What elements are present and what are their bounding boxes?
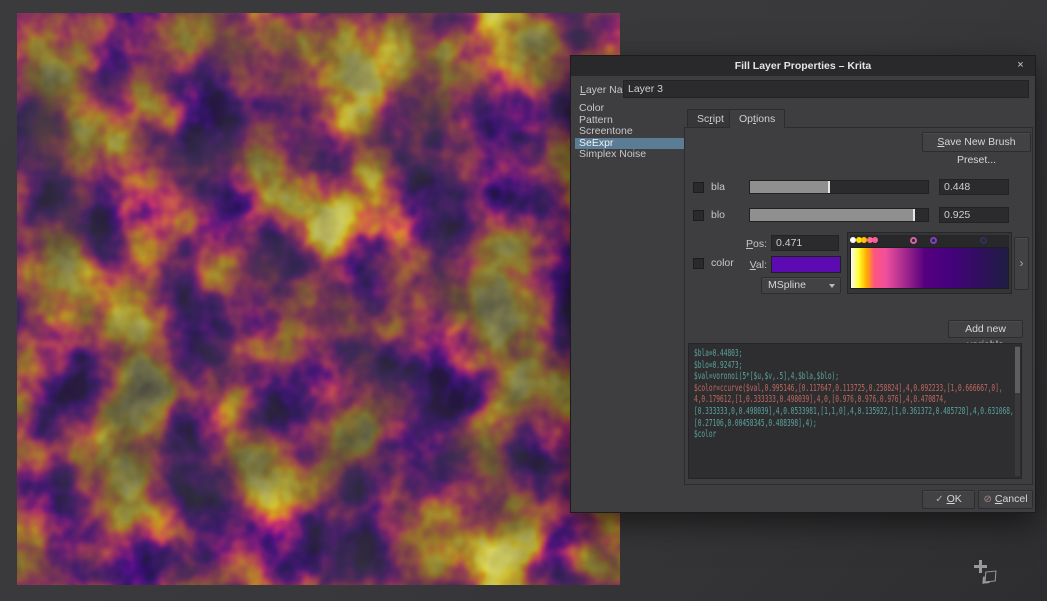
ok-button[interactable]: ✓OK: [922, 490, 975, 509]
krita-window: Fill Layer Properties – Krita × Layer Na…: [0, 0, 1047, 601]
blo-label: blo: [711, 209, 725, 221]
bla-label: bla: [711, 181, 725, 193]
script-code-line: 4,0.179612,[1,0.333333,0.498039],4,0,[0.…: [694, 394, 900, 406]
fill-layer-properties-dialog: Fill Layer Properties – Krita × Layer Na…: [570, 55, 1036, 513]
gradient-stop-handle[interactable]: [872, 237, 878, 243]
script-code[interactable]: $bla=0.44803;$blo=0.92473;$val=voronoi(5…: [688, 343, 1022, 479]
fill-type-screentone[interactable]: Screentone: [575, 126, 685, 138]
script-code-line: $color: [694, 429, 900, 441]
dialog-titlebar[interactable]: Fill Layer Properties – Krita ×: [571, 56, 1035, 76]
bla-slider-handle[interactable]: [828, 181, 830, 193]
canvas-texture[interactable]: [17, 13, 620, 585]
layer-name-input[interactable]: [623, 80, 1029, 98]
gradient-stop-handle[interactable]: [930, 237, 937, 244]
gradient-stops-strip[interactable]: [850, 235, 1009, 247]
blo-value-field[interactable]: [939, 207, 1009, 223]
dialog-title: Fill Layer Properties – Krita: [735, 60, 872, 72]
color-checkbox[interactable]: [693, 258, 704, 269]
script-code-line: $blo=0.92473;: [694, 360, 900, 372]
tab-script[interactable]: Script: [687, 109, 734, 128]
gradient-stop-handle[interactable]: [910, 237, 917, 244]
fill-type-simplex-noise[interactable]: Simplex Noise: [575, 149, 685, 161]
gradient-stop-handle[interactable]: [980, 237, 987, 244]
transform-cursor-icon: [985, 570, 997, 582]
gradient-editor[interactable]: [847, 232, 1012, 294]
cancel-icon: ⊘: [983, 494, 991, 505]
gradient-preview[interactable]: [850, 247, 1009, 289]
gradient-expand-button[interactable]: ›: [1014, 237, 1029, 290]
blo-slider-handle[interactable]: [913, 209, 915, 221]
tab-options[interactable]: Options: [729, 109, 785, 129]
pos-input[interactable]: [771, 235, 839, 251]
bla-value-field[interactable]: [939, 179, 1009, 195]
color-label: color: [711, 257, 734, 269]
blo-slider[interactable]: [749, 208, 929, 222]
script-scrollbar[interactable]: [1015, 346, 1020, 476]
script-code-line: [0.333333,0,0.498039],4,0.0533981,[1,1,0…: [694, 406, 900, 418]
pos-label: Pos:: [743, 238, 767, 250]
close-icon[interactable]: ×: [1013, 58, 1028, 73]
script-code-line: $color=ccurve($val,0.995146,[0.117647,0.…: [694, 383, 900, 395]
fill-type-color[interactable]: Color: [575, 103, 685, 115]
check-icon: ✓: [935, 494, 943, 505]
script-scrollbar-thumb[interactable]: [1015, 347, 1020, 393]
script-code-line: $bla=0.44803;: [694, 348, 900, 360]
script-code-line: [0.27106,0.00458345,0.488398],4);: [694, 418, 900, 430]
save-new-brush-preset-button[interactable]: Save New Brush Preset...: [922, 132, 1031, 152]
interpolation-select[interactable]: MSpline: [761, 277, 841, 294]
bla-checkbox[interactable]: [693, 182, 704, 193]
add-new-variable-button[interactable]: Add new variable: [948, 320, 1023, 338]
val-label: Val:: [743, 259, 767, 271]
blo-checkbox[interactable]: [693, 210, 704, 221]
bla-slider[interactable]: [749, 180, 929, 194]
chevron-down-icon: [829, 284, 835, 288]
cancel-button[interactable]: ⊘Cancel: [978, 490, 1033, 509]
color-value-swatch[interactable]: [771, 256, 841, 273]
script-code-line: $val=voronoi(5*[$u,$v,.5],4,$bla,$blo);: [694, 371, 900, 383]
fill-type-list: ColorPatternScreentoneSeExprSimplex Nois…: [575, 103, 685, 161]
